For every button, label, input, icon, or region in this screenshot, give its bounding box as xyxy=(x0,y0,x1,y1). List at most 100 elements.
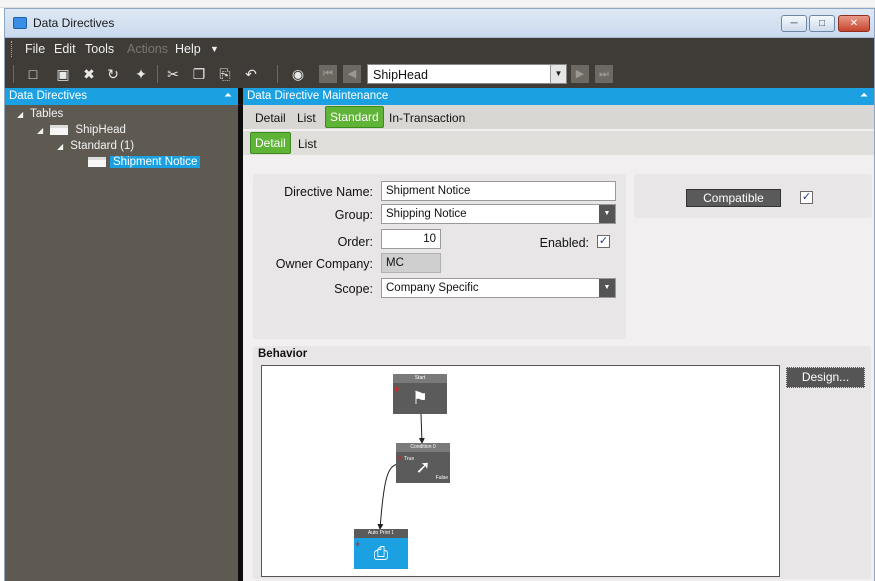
tree-node-label: Shipment Notice xyxy=(110,156,201,168)
tree-node-standard[interactable]: ◢ Standard (1) xyxy=(57,140,134,156)
scope-select[interactable]: Company Specific ▼ xyxy=(381,278,616,298)
chevron-down-icon[interactable]: ▼ xyxy=(550,65,566,83)
menu-tools[interactable]: Tools xyxy=(85,42,114,56)
minimize-button[interactable]: ─ xyxy=(781,15,807,32)
scope-select-value: Company Specific xyxy=(386,282,479,294)
table-combo[interactable]: ShipHead ▼ xyxy=(367,64,567,84)
workflow-canvas[interactable]: Start + ⚑ Condition 0 + True False ➚ Aut… xyxy=(261,365,780,577)
table-combo-value: ShipHead xyxy=(373,68,428,82)
tab-detail[interactable]: Detail xyxy=(251,109,290,127)
first-record-icon[interactable]: ⏮ xyxy=(319,65,337,83)
node-title: Start xyxy=(393,374,447,383)
window-title: Data Directives xyxy=(33,16,115,30)
toolbar-separator xyxy=(157,65,158,83)
previous-record-icon[interactable]: ◀ xyxy=(343,65,361,83)
add-icon[interactable]: + xyxy=(394,384,399,394)
owner-company-field: MC xyxy=(381,253,441,273)
workflow-node-condition[interactable]: Condition 0 + True False ➚ xyxy=(396,443,450,483)
add-icon[interactable]: + xyxy=(355,539,360,549)
order-label: Order: xyxy=(337,235,373,249)
add-icon[interactable]: + xyxy=(397,453,402,463)
tree-node-shiphead[interactable]: ◢ ShipHead xyxy=(37,124,126,140)
next-record-icon[interactable]: ▶ xyxy=(571,65,589,83)
workflow-node-auto-print[interactable]: Auto Print 1 + ⎙ xyxy=(354,529,408,569)
enabled-label: Enabled: xyxy=(539,236,589,250)
last-record-icon[interactable]: ⏭ xyxy=(595,65,613,83)
condition-icon: ➚ xyxy=(415,457,431,477)
order-field[interactable]: 10 xyxy=(381,229,441,249)
tree-node-label: Tables xyxy=(30,108,64,120)
copy-icon[interactable]: ❐ xyxy=(191,66,207,82)
expand-arrow-icon[interactable]: ◢ xyxy=(37,126,47,135)
tab-list[interactable]: List xyxy=(293,109,320,127)
tab-standard[interactable]: Standard xyxy=(325,106,384,128)
menu-grip xyxy=(11,41,14,57)
new-icon[interactable]: □ xyxy=(25,66,41,82)
menu-actions[interactable]: Actions xyxy=(127,42,168,56)
subtab-detail[interactable]: Detail xyxy=(250,132,291,154)
directive-name-field[interactable]: Shipment Notice xyxy=(381,181,616,201)
pin-icon[interactable]: ⏶ xyxy=(224,90,232,101)
enabled-checkbox[interactable]: ✓ xyxy=(597,235,610,248)
paste-icon[interactable]: ⎘ xyxy=(217,66,233,82)
sub-tabs: Detail List xyxy=(243,131,874,155)
compatible-button[interactable]: Compatible xyxy=(686,189,781,207)
toolbar-grip xyxy=(13,65,14,83)
printer-icon: ⎙ xyxy=(373,543,389,563)
left-panel-title: Data Directives xyxy=(9,90,87,102)
node-title: Auto Print 1 xyxy=(354,529,408,538)
directive-name-label: Directive Name: xyxy=(284,185,373,199)
tree-node-shipment-notice[interactable]: Shipment Notice xyxy=(88,156,201,172)
delete-icon[interactable]: ✖ xyxy=(81,66,97,82)
left-panel-header: Data Directives ⏶ xyxy=(5,88,238,105)
scope-label: Scope: xyxy=(334,282,373,296)
main-tabs: Detail List Standard In-Transaction xyxy=(243,105,874,129)
owner-company-label: Owner Company: xyxy=(275,257,373,271)
group-select[interactable]: Shipping Notice ▼ xyxy=(381,204,616,224)
false-port-label: False xyxy=(435,475,448,481)
tree-node-label: Standard (1) xyxy=(70,140,135,152)
left-panel: Data Directives ⏶ ◢ Tables ◢ ShipHead ◢ … xyxy=(5,88,238,581)
behavior-header: Behavior xyxy=(258,348,308,360)
search-icon[interactable]: ◉ xyxy=(290,66,306,82)
menu-overflow-icon[interactable]: ▼ xyxy=(210,44,219,54)
right-panel-header: Data Directive Maintenance ⏶ xyxy=(243,88,874,105)
menu-help[interactable]: Help xyxy=(175,42,201,56)
undo-icon[interactable]: ↶ xyxy=(243,66,259,82)
group-select-value: Shipping Notice xyxy=(386,208,467,220)
tree-node-label: ShipHead xyxy=(75,124,126,136)
menu-bar: File Edit Tools Actions Help ▼ xyxy=(5,38,874,60)
maximize-button[interactable]: □ xyxy=(809,15,835,32)
chevron-down-icon[interactable]: ▼ xyxy=(599,205,615,223)
toolbar: □ ▣ ✖ ↻ ✦ ✂ ❐ ⎘ ↶ ◉ ⏮ ◀ ShipHead ▼ ▶ ⏭ xyxy=(5,60,874,88)
main-window: Data Directives ─ □ ✕ File Edit Tools Ac… xyxy=(4,8,875,581)
subtab-list[interactable]: List xyxy=(294,135,321,153)
right-panel: Data Directive Maintenance ⏶ Detail List… xyxy=(243,88,874,581)
workflow-connectors xyxy=(377,413,425,530)
expand-arrow-icon[interactable]: ◢ xyxy=(17,110,27,119)
app-icon xyxy=(13,17,27,29)
background-strip xyxy=(0,0,875,8)
toolbar-separator xyxy=(277,65,278,83)
save-icon[interactable]: ▣ xyxy=(55,66,71,82)
menu-edit[interactable]: Edit xyxy=(54,42,76,56)
close-button[interactable]: ✕ xyxy=(838,15,870,32)
refresh-icon[interactable]: ↻ xyxy=(105,66,121,82)
folder-icon xyxy=(50,124,69,135)
expand-arrow-icon[interactable]: ◢ xyxy=(57,142,67,151)
group-label: Group: xyxy=(334,208,373,222)
workflow-node-start[interactable]: Start + ⚑ xyxy=(393,374,447,414)
title-bar: Data Directives ─ □ ✕ xyxy=(5,9,874,38)
clear-icon[interactable]: ✦ xyxy=(133,66,149,82)
compatible-checkbox[interactable]: ✓ xyxy=(800,191,813,204)
design-button[interactable]: Design... xyxy=(786,367,865,388)
chevron-down-icon[interactable]: ▼ xyxy=(599,279,615,297)
tab-in-transaction[interactable]: In-Transaction xyxy=(385,109,469,127)
tree-node-tables[interactable]: ◢ Tables xyxy=(17,108,63,124)
pin-icon[interactable]: ⏶ xyxy=(860,90,868,101)
cut-icon[interactable]: ✂ xyxy=(165,66,181,82)
menu-file[interactable]: File xyxy=(25,42,45,56)
folder-icon xyxy=(88,156,106,167)
node-title: Condition 0 xyxy=(396,443,450,452)
connector-start-condition xyxy=(418,413,425,444)
